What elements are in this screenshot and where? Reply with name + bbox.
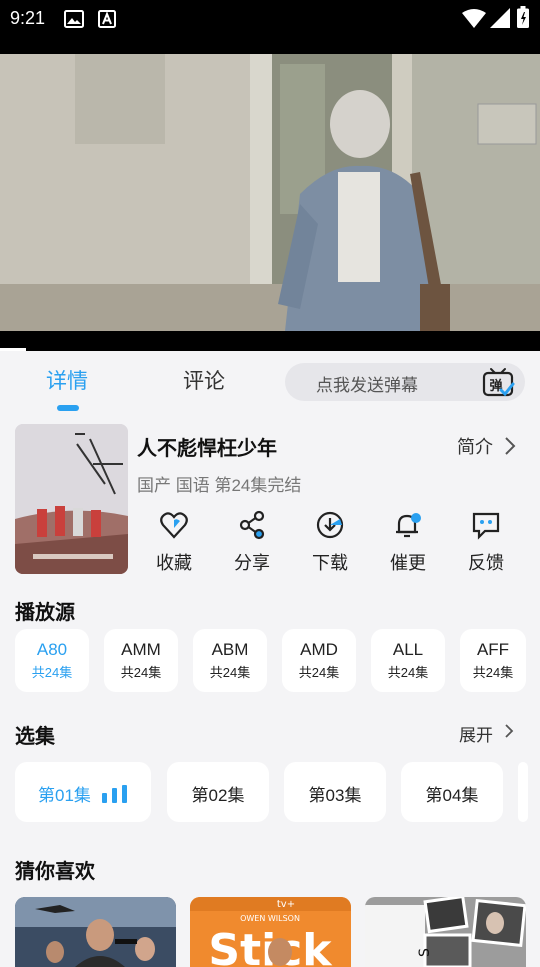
chevron-right-icon[interactable] [504, 436, 516, 456]
source-item[interactable]: AMM 共24集 [104, 629, 178, 692]
episode-item[interactable]: 第02集 [167, 762, 269, 822]
episode-label: 第02集 [191, 786, 245, 805]
tab-comments[interactable]: 评论 [183, 365, 225, 395]
source-count: 共24集 [209, 665, 251, 680]
source-count: 共24集 [31, 665, 73, 680]
poster-subtitle: OWEN WILSON [240, 914, 300, 923]
show-poster[interactable] [15, 424, 128, 574]
episode-label: 第01集 [38, 786, 91, 805]
recommend-card[interactable] [15, 897, 176, 967]
feedback-button[interactable]: 反馈 [456, 508, 516, 575]
source-item[interactable]: AMD 共24集 [282, 629, 356, 692]
poster-tag: tv+ [277, 899, 295, 910]
source-code: AFF [476, 640, 510, 659]
video-bottom-bar [0, 331, 540, 351]
feedback-label: 反馈 [468, 553, 504, 573]
sources-title: 播放源 [15, 602, 75, 624]
recommend-card[interactable]: tv+ OWEN WILSON Stick [190, 897, 351, 967]
video-frame [0, 54, 540, 331]
source-item[interactable]: AFF 共24集 [460, 629, 526, 692]
expand-button[interactable]: 展开 [459, 721, 493, 746]
download-button[interactable]: 下载 [300, 508, 360, 575]
signal-icon [490, 8, 510, 28]
svg-text:S: S [417, 948, 433, 957]
episode-item[interactable]: 第04集 [401, 762, 503, 822]
show-title: 人不彪悍枉少年 [137, 438, 277, 460]
share-label: 分享 [234, 553, 270, 573]
source-count: 共24集 [120, 665, 162, 680]
source-code: ABM [211, 640, 249, 659]
wifi-icon [462, 9, 486, 28]
tab-bar: 详情 评论 点我发送弹幕 弹 [0, 351, 540, 417]
episode-item[interactable] [518, 762, 528, 822]
recommend-poster [15, 897, 176, 967]
now-playing-icon [102, 785, 127, 803]
episode-label: 第04集 [425, 786, 479, 805]
chevron-right-icon[interactable] [504, 723, 514, 739]
recommend-poster: S [365, 897, 526, 967]
poster-art [15, 424, 128, 574]
source-item[interactable]: A80 共24集 [15, 629, 89, 692]
recommend-title: 猜你喜欢 [15, 861, 95, 883]
recommend-poster: tv+ OWEN WILSON Stick [190, 897, 351, 967]
download-icon [316, 511, 344, 539]
tab-active-indicator [57, 405, 79, 411]
intro-button[interactable]: 简介 [457, 433, 493, 459]
feedback-icon [472, 512, 500, 540]
status-time: 9:21 [10, 8, 46, 28]
danmu-placeholder: 点我发送弹幕 [316, 376, 418, 395]
video-player[interactable] [0, 54, 540, 331]
favorite-button[interactable]: 收藏 [144, 508, 204, 575]
episode-item[interactable]: 第01集 [15, 762, 151, 822]
recommend-card[interactable]: S [365, 897, 526, 967]
share-button[interactable]: 分享 [222, 508, 282, 575]
urge-update-icon [396, 513, 421, 538]
status-bar: 9:21 [0, 0, 540, 54]
share-icon [239, 510, 265, 540]
episode-label: 第03集 [308, 786, 362, 805]
source-item[interactable]: ABM 共24集 [193, 629, 267, 692]
episode-item[interactable]: 第03集 [284, 762, 386, 822]
download-label: 下载 [312, 553, 348, 573]
source-count: 共24集 [472, 665, 514, 680]
urge-update-button[interactable]: 催更 [378, 508, 438, 575]
episodes-title: 选集 [15, 726, 55, 748]
text-notification-icon [98, 10, 116, 28]
source-code: A80 [36, 640, 68, 659]
favorite-icon [160, 512, 188, 539]
danmu-toggle-icon[interactable]: 弹 [481, 365, 515, 399]
tab-details[interactable]: 详情 [46, 365, 88, 395]
source-code: ALL [392, 640, 424, 659]
favorite-label: 收藏 [156, 553, 192, 573]
danmu-input[interactable]: 点我发送弹幕 弹 [285, 363, 525, 401]
image-notification-icon [64, 10, 84, 28]
urge-update-label: 催更 [390, 553, 426, 573]
source-count: 共24集 [298, 665, 340, 680]
battery-icon [517, 6, 529, 28]
source-code: AMD [300, 640, 338, 659]
source-count: 共24集 [387, 665, 429, 680]
source-item[interactable]: ALL 共24集 [371, 629, 445, 692]
source-code: AMM [121, 640, 161, 659]
show-meta: 国产 国语 第24集完结 [137, 476, 302, 495]
